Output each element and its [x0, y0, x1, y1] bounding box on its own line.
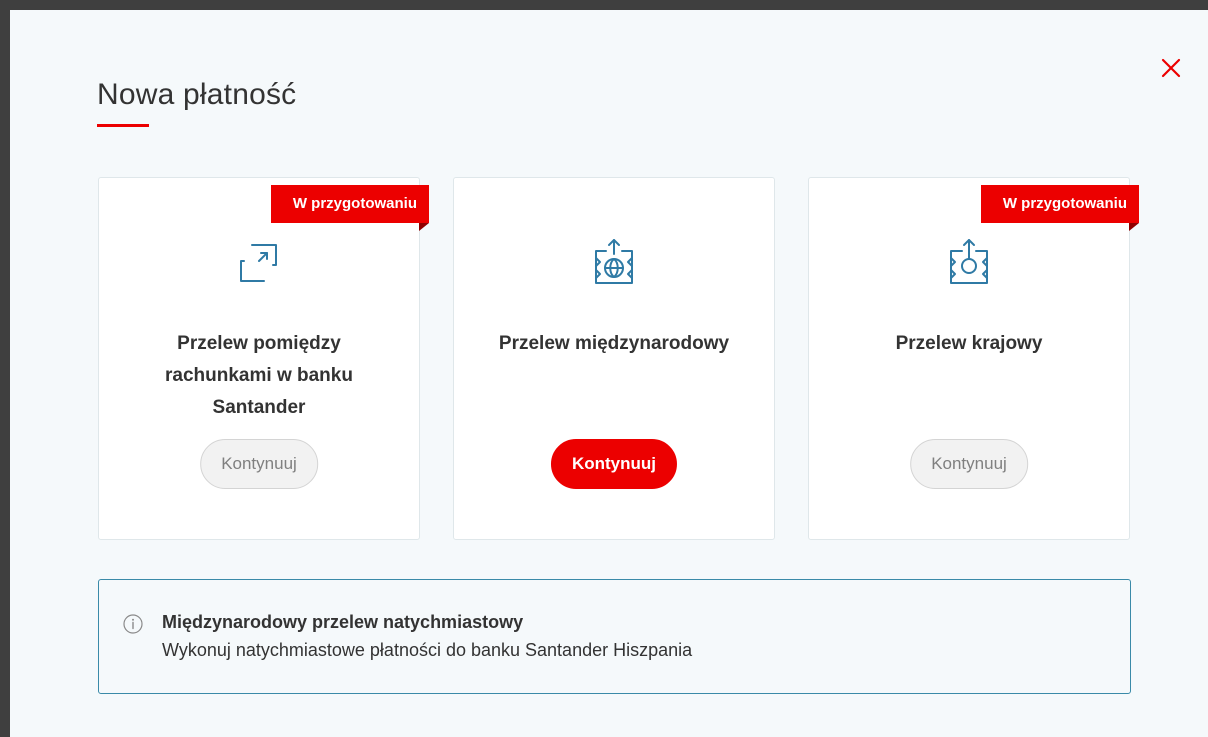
continue-button[interactable]: Kontynuuj [910, 439, 1028, 489]
close-icon [1161, 58, 1181, 78]
continue-button[interactable]: Kontynuuj [550, 439, 678, 489]
card-transfer-between-accounts: W przygotowaniu Przelew pomiędzy rachunk… [98, 177, 430, 540]
info-icon [123, 614, 143, 634]
close-button[interactable] [1159, 56, 1183, 80]
continue-button[interactable]: Kontynuuj [200, 439, 318, 489]
status-badge: W przygotowaniu [980, 185, 1140, 231]
info-text: Wykonuj natychmiastowe płatności do bank… [162, 640, 693, 660]
new-payment-modal: Nowa płatność W przygotowaniu Przelew po… [10, 10, 1208, 737]
card-title: Przelew pomiędzy rachunkami w banku Sant… [165, 333, 353, 418]
domestic-transfer-icon [942, 236, 996, 290]
card-title: Przelew krajowy [895, 333, 1043, 354]
card-title: Przelew międzynarodowy [498, 333, 730, 354]
card-international-transfer: Przelew międzynarodowy Kontynuuj [453, 177, 775, 540]
info-banner: Międzynarodowy przelew natychmiastowy Wy… [98, 579, 1131, 694]
transfer-between-accounts-icon [232, 236, 286, 290]
card-domestic-transfer: W przygotowaniu Przelew krajowy Kontynuu… [808, 177, 1140, 540]
info-title: Międzynarodowy przelew natychmiastowy [162, 612, 524, 632]
international-transfer-globe-icon [587, 236, 641, 290]
modal-title: Nowa płatność [97, 78, 297, 111]
status-badge: W przygotowaniu [270, 185, 430, 231]
title-underline [97, 124, 149, 127]
